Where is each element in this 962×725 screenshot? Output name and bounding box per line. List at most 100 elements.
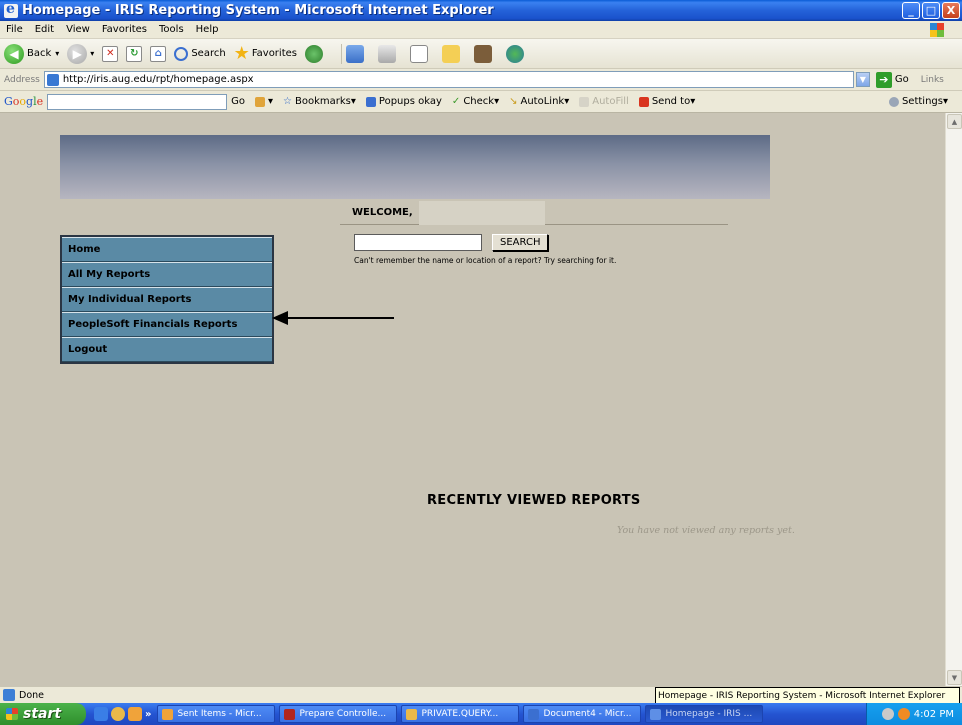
start-button[interactable]: start xyxy=(0,703,86,725)
word-icon xyxy=(409,44,428,63)
outlook-task-icon xyxy=(162,708,174,720)
mail-icon xyxy=(345,44,364,63)
task-document4[interactable]: Document4 - Micr... xyxy=(523,705,642,723)
google-pagerank-button[interactable]: ▾ xyxy=(255,96,273,107)
book-icon xyxy=(473,44,492,63)
research-button[interactable] xyxy=(473,44,498,63)
edit-button[interactable] xyxy=(409,44,434,63)
maximize-button[interactable]: □ xyxy=(922,2,940,19)
stop-button[interactable]: ✕ xyxy=(102,45,119,62)
windows-flag-icon xyxy=(6,708,18,720)
messenger-icon xyxy=(505,44,524,63)
home-button[interactable]: ⌂ xyxy=(150,45,167,62)
tray-network-icon[interactable] xyxy=(881,708,894,720)
page-icon xyxy=(46,73,59,86)
bookmarks-button[interactable]: ☆ Bookmarks ▾ xyxy=(283,96,356,107)
task-prepare-controller[interactable]: Prepare Controlle... xyxy=(279,705,398,723)
menu-help[interactable]: Help xyxy=(196,24,219,35)
pagerank-icon xyxy=(255,96,266,107)
report-nav-menu: Home All My Reports My Individual Report… xyxy=(60,235,274,364)
google-toolbar: Google Go ▾ ☆ Bookmarks ▾ Popups okay ✓ Che… xyxy=(0,91,962,113)
settings-button[interactable]: Settings ▾ xyxy=(888,96,948,107)
messenger-button[interactable] xyxy=(505,44,530,63)
quicklaunch-more-button[interactable]: » xyxy=(145,709,151,720)
print-icon xyxy=(377,44,396,63)
stop-icon: ✕ xyxy=(102,45,119,62)
task-private-query[interactable]: PRIVATE.QUERY... xyxy=(401,705,520,723)
popups-button[interactable]: Popups okay xyxy=(365,96,442,107)
report-search-input[interactable] xyxy=(354,234,482,251)
window-title-bar[interactable]: Homepage - IRIS Reporting System - Micro… xyxy=(0,0,962,21)
vertical-scrollbar[interactable]: ▲ ▼ xyxy=(945,113,962,686)
windows-logo-icon xyxy=(930,23,944,37)
dropdown-arrow-icon: ▾ xyxy=(90,49,95,58)
google-logo: Google xyxy=(4,95,44,108)
folder-button[interactable] xyxy=(441,44,466,63)
search-row: SEARCH xyxy=(354,234,549,251)
nav-item-my-individual-reports[interactable]: My Individual Reports xyxy=(62,287,272,312)
status-text: Done xyxy=(19,689,44,701)
bookmarks-label: Bookmarks xyxy=(295,96,351,107)
minimize-button[interactable]: _ xyxy=(902,2,920,19)
autofill-icon xyxy=(579,96,590,107)
desktop-quicklaunch-icon[interactable] xyxy=(128,707,142,721)
task-label: Homepage - IRIS ... xyxy=(665,709,753,719)
welcome-row: WELCOME, xyxy=(340,200,728,225)
scroll-up-icon[interactable]: ▲ xyxy=(947,114,962,129)
menu-favorites[interactable]: Favorites xyxy=(102,24,147,35)
go-button[interactable]: ➔ Go xyxy=(875,71,909,88)
task-label: Document4 - Micr... xyxy=(543,709,632,719)
status-done: Done xyxy=(0,689,44,701)
favorites-button[interactable]: ★ Favorites xyxy=(234,43,297,64)
outlook-quicklaunch-icon[interactable] xyxy=(111,707,125,721)
task-homepage-iris[interactable]: Homepage - IRIS ... xyxy=(645,705,764,723)
annotation-arrow-icon xyxy=(272,311,394,325)
menu-view[interactable]: View xyxy=(66,24,90,35)
search-button[interactable]: Search xyxy=(174,46,226,61)
bookmark-star-icon: ☆ xyxy=(283,96,293,107)
forward-arrow-icon: ▶ xyxy=(67,43,88,64)
links-button[interactable]: Links xyxy=(921,75,944,85)
word-task-icon xyxy=(528,708,540,720)
nav-item-logout[interactable]: Logout xyxy=(62,337,272,362)
sendto-icon xyxy=(638,96,649,107)
go-arrow-icon: ➔ xyxy=(875,71,892,88)
google-go-label: Go xyxy=(231,96,246,107)
forward-button[interactable]: ▶ ▾ xyxy=(67,43,95,64)
windows-taskbar: start » Sent Items - Micr... Prepare Con… xyxy=(0,703,962,725)
refresh-button[interactable]: ↻ xyxy=(126,45,143,62)
nav-item-peoplesoft-financials-reports[interactable]: PeopleSoft Financials Reports xyxy=(62,312,272,337)
page-banner xyxy=(60,135,770,199)
google-go-button[interactable]: Go xyxy=(231,96,245,107)
favorites-star-icon: ★ xyxy=(233,43,250,64)
menu-tools[interactable]: Tools xyxy=(159,24,184,35)
check-button[interactable]: ✓ Check ▾ xyxy=(452,96,499,107)
address-dropdown-button[interactable]: ▼ xyxy=(855,72,870,87)
print-button[interactable] xyxy=(377,44,402,63)
spellcheck-icon: ✓ xyxy=(451,96,461,107)
go-label: Go xyxy=(894,74,909,85)
menu-edit[interactable]: Edit xyxy=(35,24,54,35)
search-submit-button[interactable]: SEARCH xyxy=(492,234,549,251)
address-input[interactable]: http://iris.aug.edu/rpt/homepage.aspx xyxy=(43,71,854,88)
nav-item-home[interactable]: Home xyxy=(62,237,272,262)
query-task-icon xyxy=(406,708,418,720)
google-search-input[interactable] xyxy=(47,93,228,110)
scroll-down-icon[interactable]: ▼ xyxy=(947,670,962,685)
nav-item-all-my-reports[interactable]: All My Reports xyxy=(62,262,272,287)
mail-button[interactable] xyxy=(345,44,370,63)
menu-file[interactable]: File xyxy=(6,24,23,35)
dropdown-arrow-icon: ▾ xyxy=(55,49,60,58)
autolink-button[interactable]: ↘ AutoLink ▾ xyxy=(509,96,569,107)
close-button[interactable]: X xyxy=(942,2,960,19)
back-button[interactable]: ◀ Back ▾ xyxy=(4,43,60,64)
tray-security-icon[interactable] xyxy=(897,708,910,720)
autolink-icon: ↘ xyxy=(509,96,518,107)
ie-quicklaunch-icon[interactable] xyxy=(94,707,108,721)
autolink-label: AutoLink xyxy=(520,96,565,107)
autofill-button[interactable]: AutoFill xyxy=(579,96,629,107)
task-sent-items[interactable]: Sent Items - Micr... xyxy=(157,705,276,723)
history-button[interactable] xyxy=(304,44,329,63)
sendto-button[interactable]: Send to ▾ xyxy=(638,96,695,107)
window-title: Homepage - IRIS Reporting System - Micro… xyxy=(22,3,494,18)
